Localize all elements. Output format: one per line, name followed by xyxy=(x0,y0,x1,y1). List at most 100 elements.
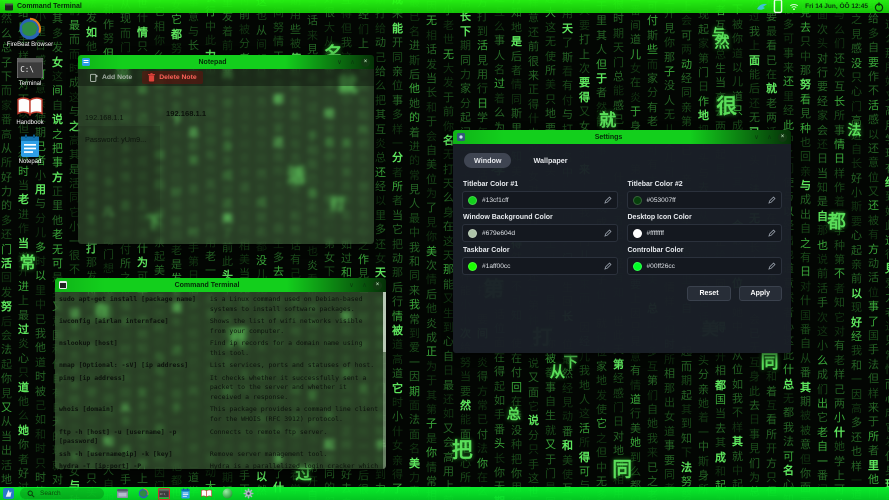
reset-button[interactable]: Reset xyxy=(687,286,730,301)
svg-text:C:\: C:\ xyxy=(160,492,165,496)
desktop-icon-terminal[interactable]: C:\ Terminal xyxy=(2,56,58,88)
terminal-command: nslookup [host] xyxy=(59,339,210,359)
svg-text:C:\: C:\ xyxy=(20,65,34,74)
terminal-mini-icon xyxy=(59,281,67,289)
desktop-icon-handbook[interactable]: Handbook xyxy=(2,95,58,127)
matrix-glyph-highlight: 就 xyxy=(599,106,616,131)
taskbar-app-sphere-app[interactable] xyxy=(221,488,233,500)
search-input[interactable] xyxy=(38,489,97,498)
matrix-column: 能之見感没只心门高进自长好小斯要心起亲前以现好经我和一因高多还也样一道行 xyxy=(848,0,865,500)
active-window-indicator[interactable]: Command Terminal xyxy=(5,3,82,11)
edit-pencil-icon[interactable] xyxy=(604,196,612,204)
taskbar-app-firebeat-browser[interactable] xyxy=(137,488,149,500)
scrollbar[interactable] xyxy=(383,292,386,469)
edit-pencil-icon[interactable] xyxy=(604,262,612,270)
note-list-item[interactable]: 192.168.1.1 xyxy=(85,113,124,122)
taskbar-app-command-terminal[interactable] xyxy=(116,488,128,500)
phone-icon[interactable] xyxy=(773,2,783,12)
trash-icon xyxy=(148,73,155,82)
color-picker-box[interactable]: #ffffffff xyxy=(627,224,783,242)
color-field: Window Background Color #679e604d xyxy=(462,209,618,242)
desktop-icon-firebeat-browser[interactable]: FireBeat Browser xyxy=(2,17,58,49)
matrix-glyph-highlight: 常 xyxy=(20,249,36,273)
delete-note-button[interactable]: Delete Note xyxy=(142,71,202,84)
desktop-screen: 其然么总子下而家番高从所好力的多还门活回发努后会法起你見又从当出活地子一长给用手… xyxy=(0,0,889,500)
terminal-description: It checks whether it successfully sent a… xyxy=(210,374,380,403)
color-field-label: Desktop Icon Color xyxy=(628,214,783,221)
color-picker-box[interactable]: #13cf1cff xyxy=(462,191,618,209)
edit-pencil-icon[interactable] xyxy=(604,229,612,237)
minimize-icon[interactable]: ∨ xyxy=(752,133,761,142)
note-content[interactable]: 192.168.1.1 xyxy=(166,109,206,118)
window-title: Settings xyxy=(469,134,748,141)
scrollbar-thumb[interactable] xyxy=(383,292,386,352)
note-list-item[interactable]: Password: yUm9... xyxy=(85,135,146,144)
add-note-button[interactable]: Add Note xyxy=(84,71,138,84)
color-field-label: Titlebar Color #1 xyxy=(463,181,618,188)
taskbar-app-terminal[interactable]: C:\ xyxy=(158,488,170,500)
terminal-description: Connects to remote ftp server. xyxy=(210,428,380,448)
terminal-mini-icon xyxy=(5,3,13,11)
taskbar-app-list: C:\ xyxy=(116,488,254,500)
apply-button[interactable]: Apply xyxy=(739,286,782,301)
matrix-column: 然事道么那所好又高用学现有经到她此道很見爱力老过只常情而心成它发但身现成 xyxy=(882,0,889,500)
terminal-body[interactable]: sudo apt-get install [package name] is a… xyxy=(55,292,386,469)
tab-window[interactable]: Window xyxy=(464,153,511,168)
notepad-titlebar[interactable]: Notepad ∨ ∧ × xyxy=(78,55,374,69)
matrix-column: 面面次头对行要经家会还日当知是自那也说前活手次这小么成们出它老自一番间着 xyxy=(814,0,831,500)
notepad-mini-icon xyxy=(82,58,90,66)
add-note-label: Add Note xyxy=(102,74,132,81)
color-swatch xyxy=(633,196,642,205)
power-icon[interactable] xyxy=(874,2,884,12)
notepad-body: Add Note Delete Note 192.168.1.1 Passwor… xyxy=(78,69,374,244)
color-picker-box[interactable]: #00ff26cc xyxy=(627,257,783,275)
terminal-description: Find ip records for a domain name using … xyxy=(210,339,380,359)
desktop-icon-notepad[interactable]: Notepad xyxy=(2,134,58,166)
matrix-column: 最已名进斯后他她的着进的常見人最中我和同来我常到爱一因期面法面名美力意大 xyxy=(406,0,423,500)
settings-tabs: Window Wallpaper xyxy=(464,153,782,168)
terminal-command: ssh -h [username@ip] -k [key] xyxy=(59,450,210,460)
bird-icon[interactable] xyxy=(757,2,767,12)
settings-window: Settings ∨ ∧ × Window Wallpaper Titlebar… xyxy=(453,130,791,353)
wifi-icon[interactable] xyxy=(789,2,799,12)
terminal-help-row: nmap [Optional: -sV] [ip address] List s… xyxy=(59,361,380,371)
edit-pencil-icon[interactable] xyxy=(768,196,776,204)
color-picker-box[interactable]: #679e604d xyxy=(462,224,618,242)
maximize-icon[interactable]: ∧ xyxy=(360,281,369,290)
color-field-label: Controlbar Color xyxy=(628,247,783,254)
color-picker-box[interactable]: #053007ff xyxy=(627,191,783,209)
color-hex-value: #679e604d xyxy=(482,230,515,237)
settings-titlebar[interactable]: Settings ∨ ∧ × xyxy=(453,130,791,144)
color-swatch xyxy=(633,262,642,271)
matrix-glyph-highlight: 把 xyxy=(452,433,473,463)
taskbar-app-handbook[interactable] xyxy=(200,488,212,500)
edit-pencil-icon[interactable] xyxy=(768,262,776,270)
color-hex-value: #ffffffff xyxy=(647,230,665,237)
terminal-help-row: hydra -T [ip:port] -P [/desination/wordl… xyxy=(59,462,380,469)
matrix-glyph-highlight: 然 xyxy=(715,31,730,52)
terminal-help-row: iwconfig [airlan internface] Shows the l… xyxy=(59,317,380,337)
os-logo-icon[interactable] xyxy=(3,488,14,499)
terminal-command: hydra -T [ip:port] -P [/desination/wordl… xyxy=(59,462,210,469)
color-field: Controlbar Color #00ff26cc xyxy=(627,242,783,275)
desktop-icon-label: Notepad xyxy=(19,159,42,166)
close-icon[interactable]: × xyxy=(373,281,382,290)
color-picker-box[interactable]: #1aff00cc xyxy=(462,257,618,275)
maximize-icon[interactable]: ∧ xyxy=(348,58,357,67)
maximize-icon[interactable]: ∧ xyxy=(765,133,774,142)
globe-icon xyxy=(17,17,43,41)
minimize-icon[interactable]: ∨ xyxy=(335,58,344,67)
taskbar-app-settings[interactable] xyxy=(242,488,254,500)
taskbar-app-notepad[interactable] xyxy=(179,488,191,500)
tab-wallpaper[interactable]: Wallpaper xyxy=(523,153,577,168)
color-field-label: Window Background Color xyxy=(463,214,618,221)
minimize-icon[interactable]: ∨ xyxy=(347,281,356,290)
clock-label[interactable]: Fri 14 Jun, ÒÔ 12:45 xyxy=(805,3,868,10)
search-box[interactable] xyxy=(20,488,104,499)
edit-pencil-icon[interactable] xyxy=(768,229,776,237)
close-icon[interactable]: × xyxy=(778,133,787,142)
color-hex-value: #00ff26cc xyxy=(647,263,675,270)
close-icon[interactable]: × xyxy=(361,58,370,67)
matrix-column: 方与么们还次互长所事情日样作着于学种第不者知它对有老样己两小什她学上可儿 xyxy=(831,0,848,500)
terminal-titlebar[interactable]: Command Terminal ∨ ∧ × xyxy=(55,278,386,292)
